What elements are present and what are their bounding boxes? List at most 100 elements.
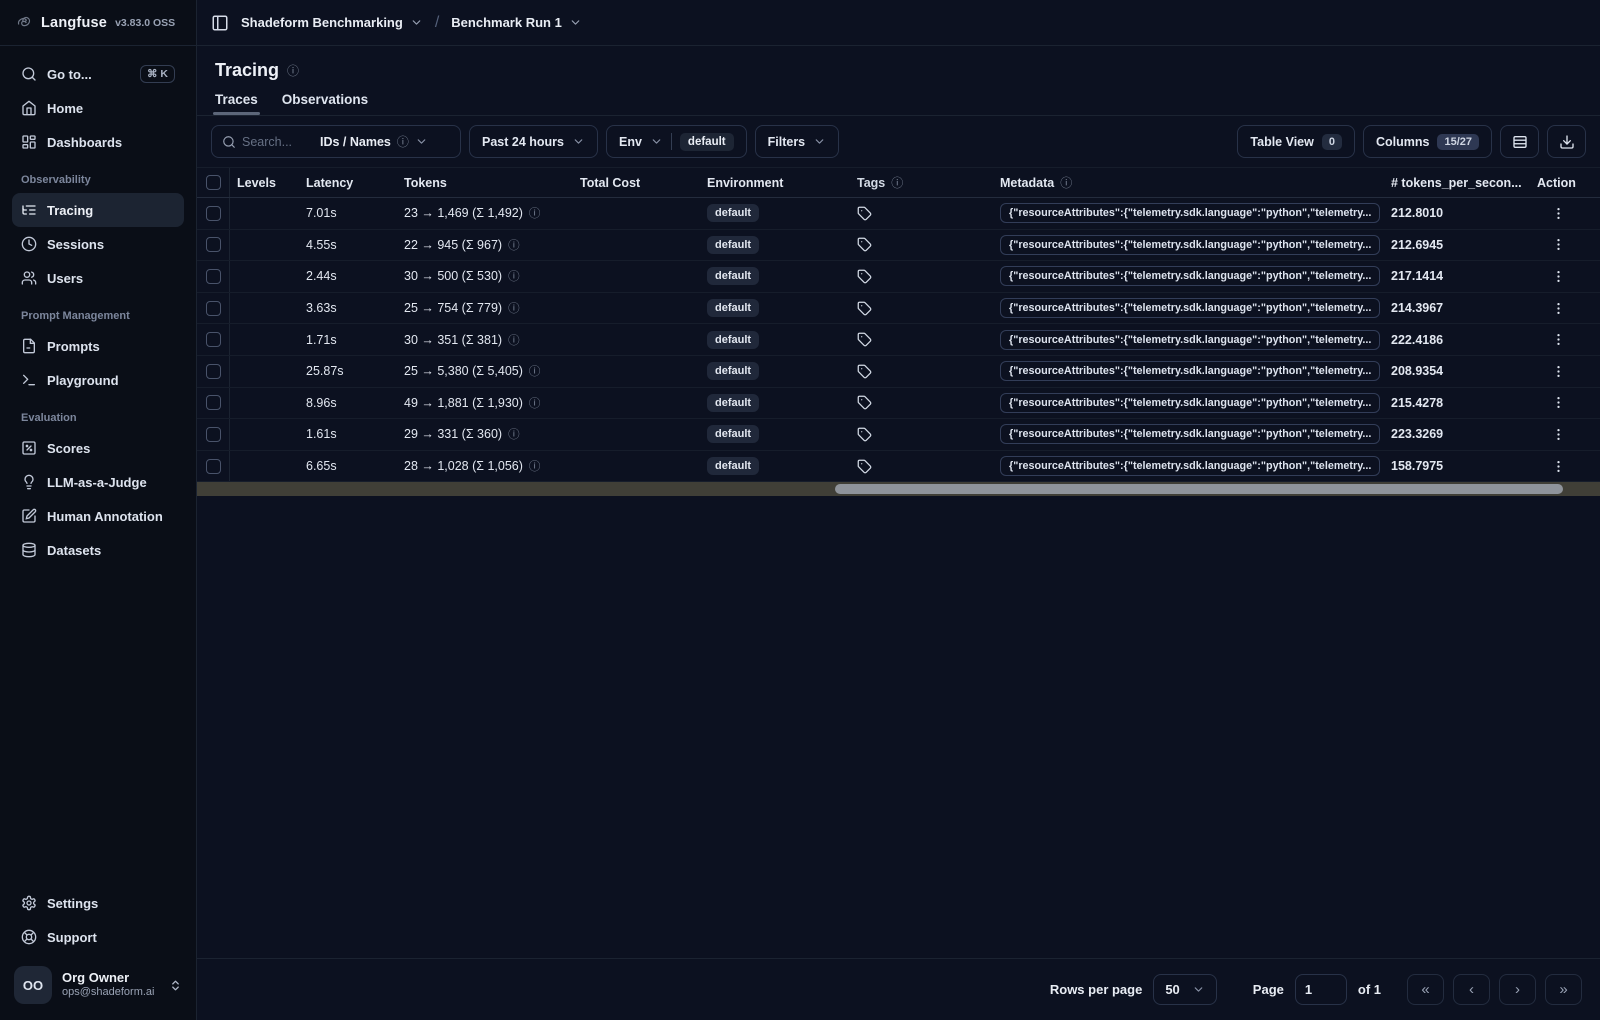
metadata-cell[interactable]: {"resourceAttributes":{"telemetry.sdk.la… [996,293,1387,324]
col-tokens-per-second[interactable]: # tokens_per_secon... [1387,168,1533,197]
search-type-label[interactable]: IDs / Names [320,135,391,149]
table-row[interactable]: 3.63s 25 → 754 (Σ 779) ⓘ default {"resou… [197,292,1600,325]
columns-button[interactable]: Columns 15/27 [1362,125,1492,158]
row-actions-button[interactable] [1533,419,1600,450]
table-row[interactable]: 2.44s 30 → 500 (Σ 530) ⓘ default {"resou… [197,261,1600,293]
row-actions-button[interactable] [1533,230,1600,261]
sidebar-item-prompts[interactable]: Prompts [12,329,184,363]
sidebar-item-sessions[interactable]: Sessions [12,227,184,261]
search-box[interactable]: IDs / Names ⓘ [211,125,461,158]
time-range-button[interactable]: Past 24 hours [469,125,598,158]
tags-cell[interactable] [849,451,996,482]
row-actions-button[interactable] [1533,451,1600,482]
row-actions-button[interactable] [1533,293,1600,324]
row-actions-button[interactable] [1533,388,1600,419]
tab-observations[interactable]: Observations [282,92,368,115]
row-checkbox[interactable] [197,292,230,324]
row-actions-button[interactable] [1533,261,1600,292]
row-actions-button[interactable] [1533,356,1600,387]
sidebar-item-scores[interactable]: Scores [12,431,184,465]
tags-cell[interactable] [849,293,996,324]
user-menu[interactable]: OO Org Owner ops@shadeform.ai [0,954,196,1020]
col-metadata[interactable]: Metadata ⓘ [996,168,1387,197]
row-checkbox[interactable] [197,355,230,387]
table-view-count-badge: 0 [1321,133,1342,150]
sidebar-item-playground[interactable]: Playground [12,363,184,397]
metadata-cell[interactable]: {"resourceAttributes":{"telemetry.sdk.la… [996,198,1387,229]
table-row[interactable]: 6.65s 28 → 1,028 (Σ 1,056) ⓘ default {"r… [197,450,1600,483]
sidebar-item-llm-judge[interactable]: LLM-as-a-Judge [12,465,184,499]
tags-cell[interactable] [849,388,996,419]
table-row[interactable]: 25.87s 25 → 5,380 (Σ 5,405) ⓘ default {"… [197,355,1600,388]
sidebar-item-home[interactable]: Home [12,91,184,125]
metadata-cell[interactable]: {"resourceAttributes":{"telemetry.sdk.la… [996,451,1387,482]
sidebar-toggle-button[interactable] [211,14,229,32]
select-all-checkbox[interactable] [197,168,230,197]
last-page-button[interactable]: » [1545,974,1582,1005]
first-page-button[interactable]: « [1407,974,1444,1005]
row-actions-button[interactable] [1533,198,1600,229]
table-row[interactable]: 1.71s 30 → 351 (Σ 381) ⓘ default {"resou… [197,324,1600,356]
row-height-button[interactable] [1500,125,1539,158]
row-checkbox[interactable] [197,261,230,292]
table-row[interactable]: 7.01s 23 → 1,469 (Σ 1,492) ⓘ default {"r… [197,198,1600,230]
col-total-cost[interactable]: Total Cost [576,168,703,197]
sidebar-item-human-annotation[interactable]: Human Annotation [12,499,184,533]
metadata-cell[interactable]: {"resourceAttributes":{"telemetry.sdk.la… [996,419,1387,450]
tags-cell[interactable] [849,261,996,292]
page-number-input[interactable] [1294,974,1347,1005]
metadata-cell[interactable]: {"resourceAttributes":{"telemetry.sdk.la… [996,261,1387,292]
col-levels[interactable]: Levels [230,168,302,197]
tags-cell[interactable] [849,356,996,387]
table-row[interactable]: 8.96s 49 → 1,881 (Σ 1,930) ⓘ default {"r… [197,387,1600,420]
breadcrumb-run[interactable]: Benchmark Run 1 [451,15,582,30]
sidebar-item-datasets[interactable]: Datasets [12,533,184,567]
sidebar-item-users[interactable]: Users [12,261,184,295]
row-checkbox[interactable] [197,229,230,261]
terminal-icon [23,374,35,386]
sidebar-item-settings[interactable]: Settings [12,886,184,920]
sidebar-item-label: LLM-as-a-Judge [47,474,147,490]
sidebar-item-tracing[interactable]: Tracing [12,193,184,227]
brand-name: Langfuse [41,14,108,31]
sidebar-item-support[interactable]: Support [12,920,184,954]
metadata-cell[interactable]: {"resourceAttributes":{"telemetry.sdk.la… [996,356,1387,387]
latency-cell: 1.71s [306,332,337,347]
user-name: Org Owner [62,970,130,985]
export-button[interactable] [1547,125,1586,158]
col-environment[interactable]: Environment [703,168,849,197]
filters-button[interactable]: Filters [754,125,840,158]
env-filter-button[interactable]: Env default [605,125,747,158]
table-view-button[interactable]: Table View 0 [1237,125,1355,158]
goto-search[interactable]: Go to... ⌘ K [12,57,184,91]
row-checkbox[interactable] [197,324,230,355]
environment-cell: default [703,198,849,229]
horizontal-scrollbar[interactable] [197,482,1600,497]
row-checkbox[interactable] [197,387,230,419]
file-icon [23,338,35,354]
tags-cell[interactable] [849,324,996,355]
tags-cell[interactable] [849,198,996,229]
search-input[interactable] [242,134,314,149]
col-tokens[interactable]: Tokens [400,168,576,197]
scrollbar-thumb[interactable] [835,484,1563,495]
metadata-cell[interactable]: {"resourceAttributes":{"telemetry.sdk.la… [996,230,1387,261]
sidebar-item-dashboards[interactable]: Dashboards [12,125,184,159]
row-checkbox[interactable] [197,450,230,482]
prev-page-button[interactable]: ‹ [1453,974,1490,1005]
tags-cell[interactable] [849,419,996,450]
row-checkbox[interactable] [197,198,230,229]
tab-traces[interactable]: Traces [213,92,260,115]
col-tags[interactable]: Tags ⓘ [849,168,996,197]
tags-cell[interactable] [849,230,996,261]
table-row[interactable]: 1.61s 29 → 331 (Σ 360) ⓘ default {"resou… [197,419,1600,451]
col-latency[interactable]: Latency [302,168,400,197]
table-row[interactable]: 4.55s 22 → 945 (Σ 967) ⓘ default {"resou… [197,229,1600,262]
metadata-cell[interactable]: {"resourceAttributes":{"telemetry.sdk.la… [996,324,1387,355]
row-checkbox[interactable] [197,419,230,450]
row-actions-button[interactable] [1533,324,1600,355]
rows-per-page-select[interactable]: 50 [1153,974,1217,1005]
next-page-button[interactable]: › [1499,974,1536,1005]
metadata-cell[interactable]: {"resourceAttributes":{"telemetry.sdk.la… [996,388,1387,419]
breadcrumb-project[interactable]: Shadeform Benchmarking [241,15,423,30]
